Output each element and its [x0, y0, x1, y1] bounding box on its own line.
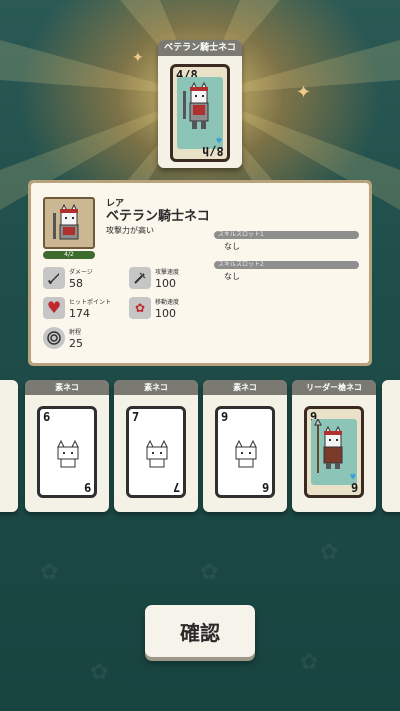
sparkle-icon: ✦ [296, 82, 312, 103]
target-icon [43, 327, 65, 349]
level-bar: 4/2 [43, 251, 95, 259]
spade-icon: ♠ [214, 134, 223, 144]
featured-card-name: ベテラン騎士ネコ [158, 40, 242, 56]
card-slot-name: リーダー槍ネコ [292, 380, 376, 395]
paw-print-icon: ✿ [90, 660, 109, 685]
hit-points-value: 174 [69, 307, 90, 320]
game-screen: ✿ ✿ ✿ ✿ ✿ ✦ ✦ ✦ ベテラン騎士ネコ 4/8 ♠ [0, 0, 400, 711]
hit-points-label: ヒットポイント [69, 299, 112, 306]
paw-print-icon: ✿ [40, 560, 59, 585]
card-bottom-number: 6 [261, 480, 269, 494]
skill-slot-1-value: なし [224, 242, 240, 251]
card-face: 7 7 [126, 406, 186, 498]
card-bottom-number: 6 [350, 480, 358, 494]
card-detail-panel: 4/2 レア ベテラン騎士ネコ 攻撃力が高い スキルスロット1 なし スキルスロ… [28, 180, 372, 366]
card-top-number: 6 [43, 410, 51, 424]
move-speed-value: 100 [155, 307, 176, 320]
attack-speed-value: 100 [155, 277, 176, 290]
featured-card-face: 4/8 ♠ ♠ 8/h [170, 64, 230, 162]
damage-value: 58 [69, 277, 83, 290]
range-value: 25 [69, 337, 83, 350]
card-portrait [43, 197, 95, 249]
card-face: 9 6 [215, 406, 275, 498]
damage-label: ダメージ [69, 269, 93, 276]
card-bottom-number: 8/h [202, 144, 224, 158]
confirm-button[interactable]: 確認 [145, 605, 255, 657]
card-slot-name: 素ネコ [203, 380, 287, 395]
skill-slot-2-value: なし [224, 272, 240, 281]
move-speed-label: 移動速度 [155, 299, 180, 306]
heart-icon: ♥ [43, 297, 65, 319]
card-description: 攻撃力が高い [106, 226, 154, 235]
featured-card[interactable]: ベテラン騎士ネコ 4/8 ♠ ♠ 8 [158, 40, 242, 168]
card-top-number: 7 [132, 410, 140, 424]
sparkle-icon: ✦ [132, 50, 144, 66]
knight-cat-portrait-icon [53, 203, 79, 240]
card-slot[interactable]: 素ネコ 6 9 [25, 380, 109, 512]
card-slot-offscreen-left[interactable] [0, 380, 18, 512]
plain-cat-sprite [146, 439, 168, 468]
card-face: 9 ♠ ♠ 6 [304, 406, 364, 498]
card-slot[interactable]: 素ネコ 7 7 [114, 380, 198, 512]
card-bottom-number: 7 [172, 480, 180, 494]
range-label: 射程 [69, 329, 82, 336]
paw-print-icon: ✿ [300, 650, 319, 675]
sword-icon [43, 267, 65, 289]
card-bottom-number: 9 [83, 480, 91, 494]
skill-slot-2-label: スキルスロット2 [214, 261, 359, 269]
paw-speed-icon: ✿ [129, 297, 151, 319]
card-slot-name: 素ネコ [114, 380, 198, 395]
skill-slot-1-label: スキルスロット1 [214, 231, 359, 239]
spade-icon: ♠ [348, 470, 357, 480]
card-face: 6 9 [37, 406, 97, 498]
card-slot-offscreen-right[interactable] [382, 380, 400, 512]
plain-cat-sprite [57, 439, 79, 468]
card-top-number: 9 [221, 410, 229, 424]
paw-print-icon: ✿ [320, 540, 339, 565]
plain-cat-sprite [235, 439, 257, 468]
paw-print-icon: ✿ [200, 560, 219, 585]
attack-speed-label: 攻撃速度 [155, 269, 180, 276]
card-name: ベテラン騎士ネコ [106, 209, 210, 224]
card-slot-name: 素ネコ [25, 380, 109, 395]
card-slot[interactable]: 素ネコ 9 6 [203, 380, 287, 512]
attack-speed-icon [129, 267, 151, 289]
card-slot[interactable]: リーダー槍ネコ 9 ♠ ♠ 6 [292, 380, 376, 512]
